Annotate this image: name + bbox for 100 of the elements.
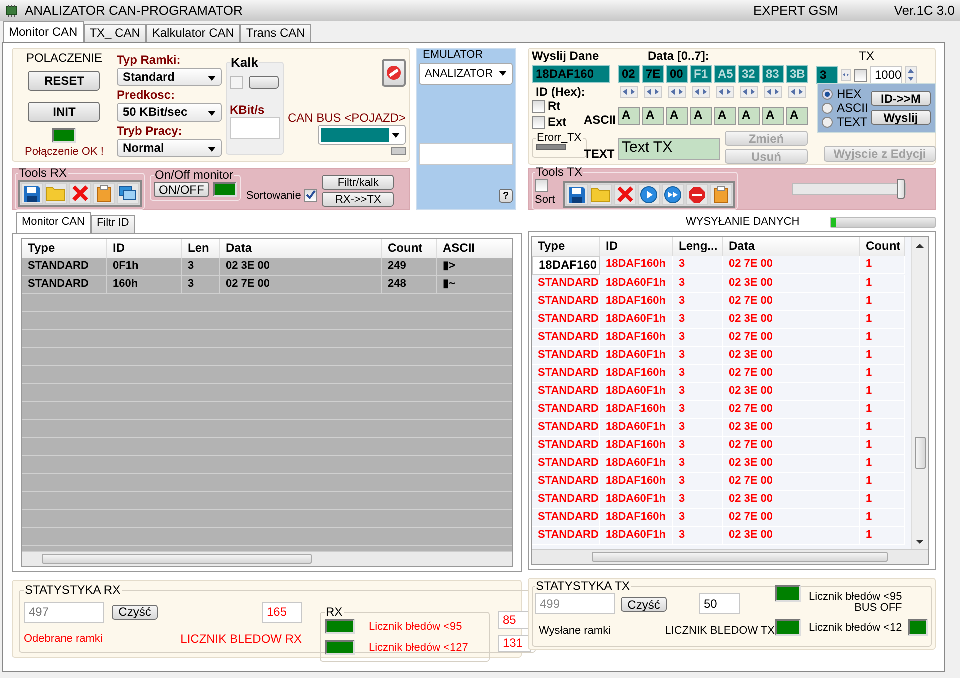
column-header[interactable]: Len <box>182 239 220 258</box>
cell-editor[interactable]: 18DAF160 <box>532 256 600 275</box>
checkbox[interactable] <box>532 116 545 128</box>
input-field[interactable] <box>419 143 513 165</box>
received-count-field[interactable]: 497 <box>24 602 104 622</box>
spin-button[interactable] <box>841 69 851 81</box>
reset-button[interactable]: RESET <box>28 71 100 91</box>
fast-forward-button[interactable] <box>662 184 684 205</box>
counter-field[interactable]: 85 <box>498 611 531 628</box>
save-button[interactable] <box>21 183 43 204</box>
input-field[interactable] <box>230 117 280 139</box>
spin-button[interactable] <box>716 86 734 98</box>
checkbox[interactable] <box>532 100 545 112</box>
spin-button[interactable] <box>668 86 686 98</box>
init-button[interactable]: INIT <box>28 102 100 122</box>
paste-button[interactable] <box>93 183 115 204</box>
scroll-thumb[interactable] <box>592 552 888 562</box>
data-byte-field[interactable]: 7E <box>642 65 664 83</box>
checkbox[interactable] <box>854 68 867 82</box>
ascii-field[interactable]: A <box>666 107 688 125</box>
scroll-up-icon[interactable] <box>916 243 924 248</box>
help-button[interactable]: ? <box>499 189 513 203</box>
tab[interactable]: Monitor CAN <box>16 212 91 233</box>
tab[interactable]: TX_ CAN <box>84 24 146 42</box>
dropdown[interactable]: ANALIZATOR <box>419 63 513 85</box>
checkbox-label[interactable]: Ext <box>548 115 567 129</box>
spin-button[interactable] <box>620 86 638 98</box>
calculate-button[interactable] <box>248 76 279 89</box>
error-count-field[interactable]: 165 <box>262 602 302 622</box>
delete-button[interactable] <box>614 184 636 205</box>
ascii-field[interactable]: A <box>762 107 784 125</box>
error-count-field[interactable]: 50 <box>699 593 740 614</box>
radio-button[interactable] <box>822 116 833 128</box>
sent-count-field[interactable]: 499 <box>535 593 615 614</box>
text-field[interactable]: Text TX <box>618 138 720 160</box>
column-header[interactable]: Type <box>532 237 600 256</box>
monitor-button[interactable] <box>117 183 139 204</box>
disconnect-button[interactable] <box>382 59 406 87</box>
column-header[interactable]: ID <box>107 239 182 258</box>
small-button[interactable] <box>391 147 406 155</box>
horizontal-scrollbar[interactable] <box>22 551 512 566</box>
ascii-field[interactable]: A <box>690 107 712 125</box>
ascii-field[interactable]: A <box>642 107 664 125</box>
dropdown[interactable] <box>318 125 406 145</box>
toggle-button[interactable]: ON/OFF <box>154 182 210 197</box>
action-button[interactable]: Filtr/kalk <box>322 175 394 190</box>
spin-button[interactable] <box>788 86 806 98</box>
radio-button[interactable] <box>822 88 833 100</box>
column-header[interactable]: Data <box>220 239 382 258</box>
counter-field[interactable]: 131 <box>498 634 531 652</box>
dropdown[interactable]: 50 KBit/sec <box>116 103 222 122</box>
slider-thumb[interactable] <box>897 179 906 199</box>
column-header[interactable]: Count <box>860 237 905 256</box>
tab[interactable]: Monitor CAN <box>3 21 84 42</box>
spin-button[interactable] <box>905 66 917 84</box>
id-field[interactable]: 18DAF160 <box>532 65 610 83</box>
spin-button[interactable] <box>644 86 662 98</box>
ascii-field[interactable]: A <box>786 107 808 125</box>
clear-button[interactable]: Czyść <box>621 597 667 612</box>
action-button[interactable]: RX->>TX <box>322 192 394 207</box>
scroll-thumb[interactable] <box>42 554 312 564</box>
scroll-thumb[interactable] <box>915 437 926 469</box>
tab[interactable]: Trans CAN <box>240 24 312 42</box>
spin-button[interactable] <box>692 86 710 98</box>
dropdown[interactable]: Normal <box>116 138 222 157</box>
data-byte-field[interactable]: 02 <box>618 65 640 83</box>
column-header[interactable]: Leng... <box>673 237 723 256</box>
ascii-field[interactable]: A <box>714 107 736 125</box>
stop-button[interactable] <box>686 184 708 205</box>
checkbox-label[interactable]: Rt <box>548 99 561 113</box>
length-field[interactable]: 3 <box>816 66 838 84</box>
checkbox[interactable] <box>535 179 548 192</box>
dropdown[interactable]: Standard <box>116 68 222 86</box>
delete-button[interactable] <box>69 183 91 204</box>
ascii-field[interactable]: A <box>738 107 760 125</box>
horizontal-scrollbar[interactable] <box>532 549 928 564</box>
data-byte-field[interactable]: 00 <box>666 65 688 83</box>
tab[interactable]: Filtr ID <box>90 215 136 233</box>
radio-button[interactable] <box>822 102 833 114</box>
column-header[interactable]: Count <box>382 239 437 258</box>
column-header[interactable]: ASCII <box>437 239 512 258</box>
column-header[interactable]: Type <box>22 239 107 258</box>
vertical-scrollbar[interactable] <box>911 237 928 549</box>
section-title[interactable]: POLACZENIE <box>26 51 102 65</box>
checkbox[interactable] <box>304 189 318 202</box>
action-button[interactable]: ID->>M <box>871 91 931 106</box>
clear-button[interactable]: Czyść <box>112 604 158 620</box>
interval-field[interactable]: 1000 <box>870 66 902 84</box>
action-button[interactable]: Wyslij <box>871 110 931 125</box>
column-header[interactable]: Data <box>723 237 860 256</box>
scroll-down-icon[interactable] <box>916 540 924 545</box>
spin-button[interactable] <box>740 86 758 98</box>
spin-button[interactable] <box>764 86 782 98</box>
column-header[interactable]: ID <box>600 237 673 256</box>
play-button[interactable] <box>638 184 660 205</box>
save-button[interactable] <box>566 184 588 205</box>
checkbox[interactable] <box>230 76 243 89</box>
ascii-field[interactable]: A <box>618 107 640 125</box>
tab[interactable]: Kalkulator CAN <box>146 24 240 42</box>
paste-button[interactable] <box>710 184 732 205</box>
